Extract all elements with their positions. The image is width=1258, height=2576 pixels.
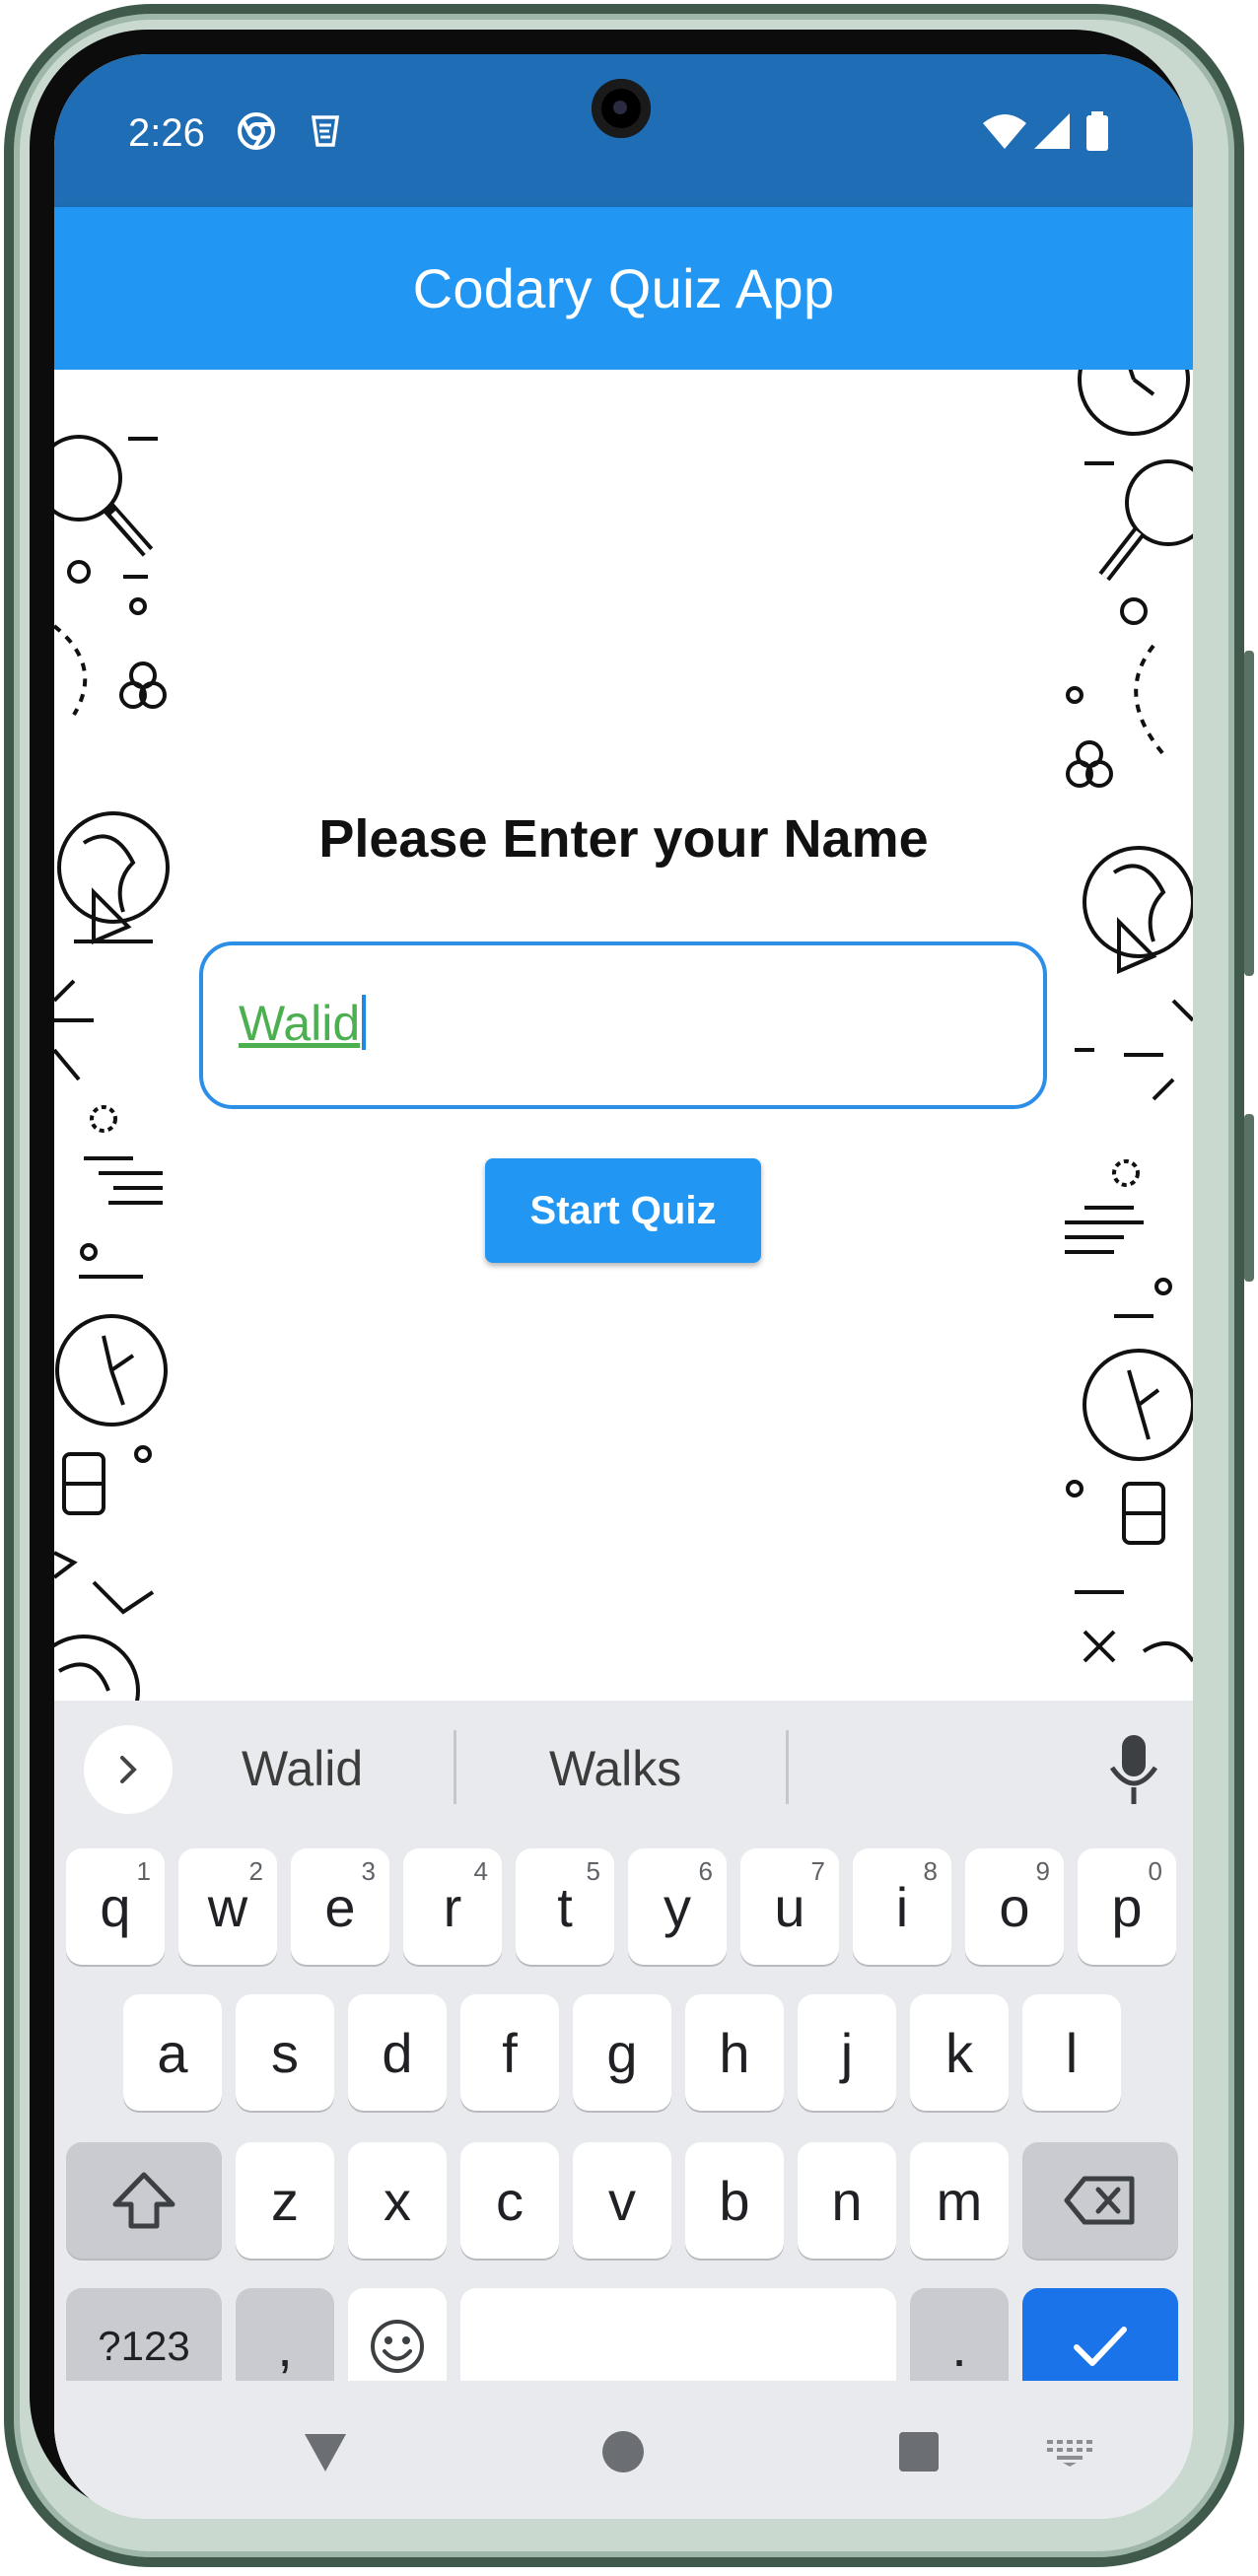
suggestion-divider [786, 1730, 789, 1804]
signal-icon [1034, 113, 1070, 149]
name-input[interactable]: Walid [199, 941, 1047, 1109]
key-g[interactable]: g [573, 1994, 671, 2111]
key-v[interactable]: v [573, 2142, 671, 2259]
key-j[interactable]: j [798, 1994, 896, 2111]
shift-key[interactable] [66, 2142, 222, 2259]
key-d[interactable]: d [348, 1994, 447, 2111]
back-icon[interactable] [301, 2430, 350, 2475]
key-p[interactable]: p0 [1078, 1848, 1176, 1965]
key-h[interactable]: h [685, 1994, 784, 2111]
emoji-icon [371, 2320, 424, 2373]
backspace-key[interactable] [1022, 2142, 1178, 2259]
text-cursor [362, 995, 367, 1050]
keyboard-switch-icon[interactable] [1045, 2438, 1094, 2468]
status-bar: 2:26 [54, 54, 1193, 207]
key-f[interactable]: f [460, 1994, 559, 2111]
wifi-icon [983, 114, 1026, 149]
app-notification-icon [311, 115, 340, 147]
power-button [1244, 651, 1254, 976]
key-k[interactable]: k [910, 1994, 1009, 2111]
app-bar: Codary Quiz App [54, 207, 1193, 370]
checkmark-icon [1074, 2327, 1127, 2366]
key-e[interactable]: e3 [291, 1848, 389, 1965]
screen: 2:26 Codary Quiz App Please Enter your N… [54, 54, 1193, 2519]
recents-icon[interactable] [897, 2430, 941, 2473]
shift-arrow-icon [112, 2172, 175, 2229]
key-w[interactable]: w2 [178, 1848, 277, 1965]
key-t[interactable]: t5 [516, 1848, 614, 1965]
key-c[interactable]: c [460, 2142, 559, 2259]
backspace-icon [1064, 2176, 1135, 2225]
quiz-start-page: Please Enter your Name Walid Start Quiz [54, 370, 1193, 1701]
background-doodle-left [54, 435, 170, 1701]
name-input-value: Walid [239, 996, 361, 1051]
battery-icon [1086, 111, 1108, 151]
suggestion-bar: Walid Walks [54, 1701, 1193, 1839]
key-s[interactable]: s [236, 1994, 334, 2111]
key-y[interactable]: y6 [628, 1848, 727, 1965]
key-r[interactable]: r4 [403, 1848, 502, 1965]
suggestion-walks[interactable]: Walks [549, 1740, 681, 1797]
microphone-icon[interactable] [1104, 1730, 1163, 1809]
key-u[interactable]: u7 [740, 1848, 839, 1965]
start-quiz-button[interactable]: Start Quiz [485, 1158, 761, 1263]
key-m[interactable]: m [910, 2142, 1009, 2259]
key-b[interactable]: b [685, 2142, 784, 2259]
navigation-bar [54, 2381, 1193, 2519]
front-camera [592, 79, 651, 138]
chevron-right-icon [120, 1756, 137, 1783]
app-title: Codary Quiz App [412, 257, 835, 319]
expand-toolbar-button[interactable] [84, 1725, 173, 1814]
key-o[interactable]: o9 [965, 1848, 1064, 1965]
chrome-icon [238, 112, 275, 150]
volume-button [1244, 1114, 1254, 1282]
key-n[interactable]: n [798, 2142, 896, 2259]
key-l[interactable]: l [1022, 1994, 1121, 2111]
key-a[interactable]: a [123, 1994, 222, 2111]
key-i[interactable]: i8 [853, 1848, 951, 1965]
key-z[interactable]: z [236, 2142, 334, 2259]
suggestion-divider [454, 1730, 456, 1804]
key-x[interactable]: x [348, 2142, 447, 2259]
home-icon[interactable] [601, 2430, 645, 2473]
key-q[interactable]: q1 [66, 1848, 165, 1965]
status-time: 2:26 [128, 111, 205, 155]
name-prompt: Please Enter your Name [318, 809, 929, 869]
suggestion-walid[interactable]: Walid [242, 1740, 363, 1797]
background-doodle-right [1065, 370, 1193, 1663]
